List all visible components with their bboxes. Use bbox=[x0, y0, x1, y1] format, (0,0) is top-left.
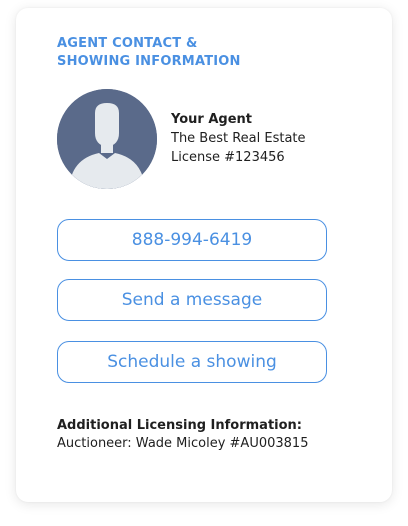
agent-name: Your Agent bbox=[171, 112, 252, 127]
call-phone-button[interactable]: 888-994-6419 bbox=[57, 219, 327, 261]
agent-info: Your Agent The Best Real Estate License … bbox=[171, 110, 306, 167]
schedule-showing-button[interactable]: Schedule a showing bbox=[57, 341, 327, 383]
licensing-detail: Auctioneer: Wade Micoley #AU003815 bbox=[57, 436, 309, 451]
section-title-line-1: AGENT CONTACT & bbox=[57, 36, 198, 51]
licensing-title: Additional Licensing Information: bbox=[57, 418, 303, 433]
agent-avatar bbox=[57, 89, 157, 189]
agent-license: License #123456 bbox=[171, 150, 285, 165]
agent-company: The Best Real Estate bbox=[171, 131, 306, 146]
agent-contact-card: AGENT CONTACT & SHOWING INFORMATION Your… bbox=[16, 8, 392, 502]
additional-licensing: Additional Licensing Information: Auctio… bbox=[57, 417, 308, 453]
user-silhouette-icon bbox=[57, 89, 157, 189]
section-title: AGENT CONTACT & SHOWING INFORMATION bbox=[57, 35, 317, 71]
section-title-line-2: SHOWING INFORMATION bbox=[57, 54, 241, 69]
send-message-button[interactable]: Send a message bbox=[57, 279, 327, 321]
